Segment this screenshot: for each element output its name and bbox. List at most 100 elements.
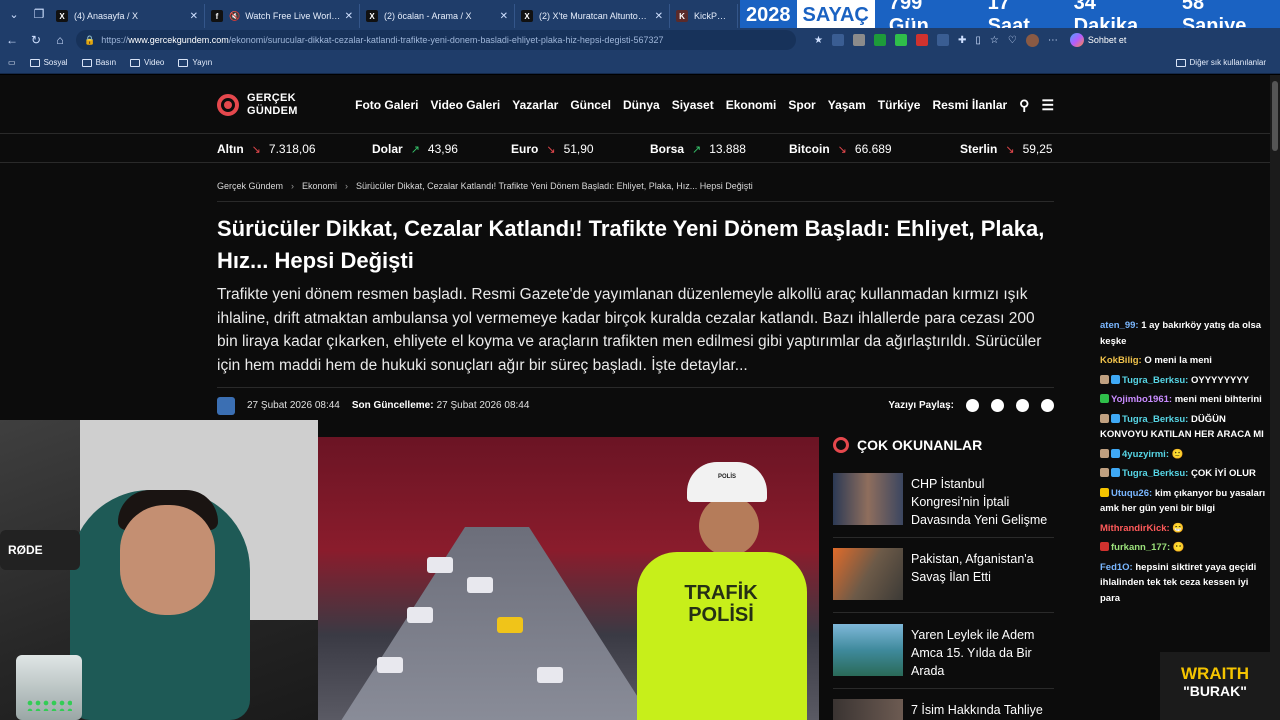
workspaces-icon[interactable]: ❐	[28, 0, 50, 28]
nav-foto-galeri[interactable]: Foto Galeri	[355, 98, 418, 112]
close-icon[interactable]: ✕	[655, 11, 663, 22]
badge-icon	[1100, 487, 1109, 497]
bookmark-label: Sosyal	[43, 58, 68, 67]
updated-label: Son Güncelleme:	[351, 400, 434, 411]
nav-siyaset[interactable]: Siyaset	[672, 98, 714, 112]
tab-menu-icon[interactable]: ⌄	[0, 0, 28, 28]
browser-tab[interactable]: f 🔇 Watch Free Live World TV | G ✕	[205, 4, 360, 28]
most-read-item[interactable]: Pakistan, Afganistan'a Savaş İlan Etti	[833, 548, 1054, 600]
trend-down-icon: ↘	[251, 143, 261, 156]
officer-head	[699, 496, 759, 556]
puzzle-icon[interactable]: ✚	[958, 35, 966, 46]
badge-line-1: WRAITH	[1181, 664, 1249, 683]
nav-ekonomi[interactable]: Ekonomi	[726, 98, 777, 112]
news-thumbnail	[833, 548, 903, 600]
breadcrumb-home[interactable]: Gerçek Gündem	[217, 181, 283, 191]
chat-message: Yojimbo1961: meni meni bihterini	[1100, 392, 1270, 408]
site-logo[interactable]: GERÇEK GÜNDEM	[217, 92, 298, 118]
bookmark-folder[interactable]: Sosyal	[29, 58, 68, 67]
bookmark-folder[interactable]: Basın	[81, 58, 116, 67]
chat-username: Fed1O:	[1100, 561, 1133, 573]
extension-icon[interactable]	[915, 34, 928, 46]
extension-icon[interactable]	[831, 34, 844, 46]
ticker-item[interactable]: Altın ↘ 7.318,06	[217, 142, 316, 156]
scrollbar-thumb[interactable]	[1272, 81, 1278, 151]
telegram-icon[interactable]	[1016, 399, 1029, 412]
chat-username: MithrandirKick:	[1100, 522, 1170, 534]
ticker-value: 59,25	[1022, 142, 1053, 156]
browser-tab[interactable]: X (4) Anasayfa / X ✕	[50, 4, 205, 28]
ticker-value: 7.318,06	[268, 142, 316, 156]
hamburger-menu-icon[interactable]: ☰	[1041, 97, 1054, 114]
most-read-item[interactable]: CHP İstanbul Kongresi'nin İptali Davasın…	[833, 473, 1054, 529]
facebook-icon[interactable]	[966, 399, 979, 412]
nav-video-galeri[interactable]: Video Galeri	[430, 98, 500, 112]
nav-dunya[interactable]: Dünya	[623, 98, 660, 112]
ticker-item[interactable]: Euro ↘ 51,90	[511, 142, 594, 156]
nav-spor[interactable]: Spor	[788, 98, 815, 112]
star-icon[interactable]: ★	[814, 35, 823, 46]
bookmark-folder[interactable]: Video	[130, 58, 164, 67]
nav-yazarlar[interactable]: Yazarlar	[512, 98, 558, 112]
search-icon[interactable]: ⚲	[1019, 97, 1029, 114]
chevron-right-icon: ›	[291, 181, 295, 191]
whatsapp-icon[interactable]	[1041, 399, 1054, 412]
ticker-item[interactable]: Borsa ↗ 13.888	[650, 142, 746, 156]
url-path: /ekonomi/surucular-dikkat-cezalar-katlan…	[228, 35, 664, 45]
back-icon[interactable]: ←	[0, 33, 24, 47]
other-bookmarks[interactable]: Diğer sık kullanılanlar	[1175, 58, 1266, 67]
close-icon[interactable]: ✕	[500, 11, 508, 22]
ticker-item[interactable]: Sterlin ↘ 59,25	[960, 142, 1053, 156]
home-icon[interactable]: ⌂	[48, 33, 72, 47]
more-icon[interactable]: ⋯	[1048, 35, 1058, 46]
extension-icon[interactable]	[894, 34, 907, 46]
browser-tab-active[interactable]: K KickPeek - Re	[670, 4, 738, 28]
favorites-icon[interactable]: ☆	[990, 35, 999, 46]
muted-speaker-icon[interactable]: 🔇	[229, 11, 240, 22]
trend-up-icon: ↗	[410, 143, 420, 156]
chat-message: MithrandirKick: 😁	[1100, 521, 1270, 537]
trend-down-icon: ↘	[837, 143, 847, 156]
close-icon[interactable]: ✕	[345, 11, 353, 22]
most-read-title-text: CHP İstanbul Kongresi'nin İptali Davasın…	[911, 477, 1048, 527]
ticker-value: 43,96	[427, 142, 458, 156]
car	[407, 607, 433, 623]
nav-yasam[interactable]: Yaşam	[828, 98, 866, 112]
extension-icon[interactable]	[873, 34, 886, 46]
split-view-icon[interactable]: ▯	[975, 35, 981, 46]
chat-username: Tugra_Berksu:	[1122, 468, 1189, 479]
close-icon[interactable]: ✕	[190, 11, 198, 22]
main-nav: Foto Galeri Video Galeri Yazarlar Güncel…	[355, 97, 1054, 114]
browser-tab[interactable]: X (2) öcalan - Arama / X ✕	[360, 4, 515, 28]
reading-list-icon[interactable]: ▭	[8, 58, 16, 67]
nav-turkiye[interactable]: Türkiye	[878, 98, 921, 112]
countdown-label: SAYAÇ	[796, 0, 875, 30]
most-read-item[interactable]: Yaren Leylek ile Adem Amca 15. Yılda da …	[833, 624, 1054, 680]
badge-icon	[1100, 374, 1109, 384]
copilot-chat-button[interactable]: Sohbet et	[1069, 33, 1126, 47]
collections-icon[interactable]: ♡	[1008, 35, 1017, 46]
reload-icon[interactable]: ↻	[24, 33, 48, 47]
ticker-item[interactable]: Dolar ↗ 43,96	[372, 142, 458, 156]
ticker-value: 51,90	[563, 142, 594, 156]
folder-icon	[178, 58, 189, 67]
profile-avatar-icon[interactable]	[1025, 33, 1039, 47]
extension-icon[interactable]	[852, 34, 865, 46]
address-bar[interactable]: 🔒 https:// www.gercekgundem.com /ekonomi…	[76, 30, 796, 50]
most-read-item[interactable]: 7 İsim Hakkında Tahliye	[833, 699, 1054, 720]
ticker-name: Altın	[217, 142, 244, 156]
ticker-name: Euro	[511, 142, 539, 156]
browser-tab[interactable]: X (2) X'te Muratcan Altuntoprak: "A ✕	[515, 4, 670, 28]
bookmark-folder[interactable]: Yayın	[178, 58, 212, 67]
twitter-icon[interactable]	[991, 399, 1004, 412]
ticker-item[interactable]: Bitcoin ↘ 66.689	[789, 142, 892, 156]
extension-icon[interactable]	[936, 34, 949, 46]
ticker-name: Sterlin	[960, 142, 998, 156]
chat-message: Tugra_Berksu: OYYYYYYYY	[1100, 373, 1270, 389]
breadcrumb-category[interactable]: Ekonomi	[302, 181, 337, 191]
logo-text: GERÇEK GÜNDEM	[247, 92, 298, 118]
page-scrollbar[interactable]	[1270, 75, 1280, 720]
chat-username: Utuqu26:	[1111, 487, 1153, 499]
nav-guncel[interactable]: Güncel	[570, 98, 611, 112]
nav-resmi-ilanlar[interactable]: Resmi İlanlar	[932, 98, 1007, 112]
